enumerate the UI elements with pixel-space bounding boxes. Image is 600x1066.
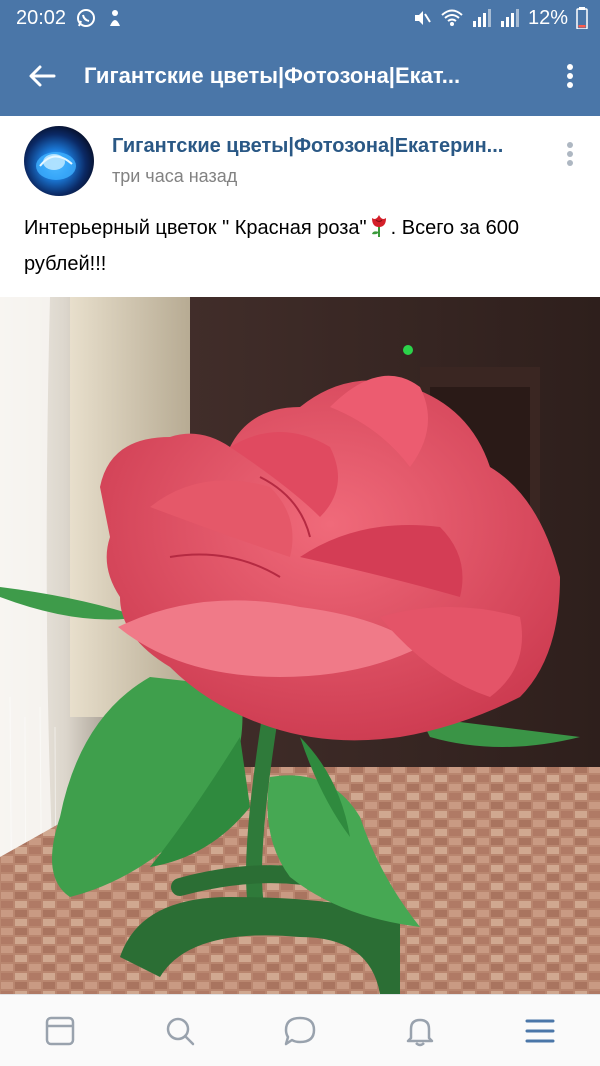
more-vertical-icon [567,142,573,166]
news-icon [45,1016,75,1045]
notification-app-icon [106,8,124,28]
avatar[interactable] [24,126,94,196]
whatsapp-icon [76,8,96,28]
battery-icon [576,7,588,29]
post-text: Интерьерный цветок " Красная роза". Всег… [24,212,580,280]
menu-icon [525,1019,555,1042]
post-time: три часа назад [112,166,238,186]
post-more-button[interactable] [540,124,600,184]
battery-percent: 12% [527,6,568,29]
back-button[interactable] [0,36,84,116]
nav-notifications[interactable] [390,1001,450,1061]
more-options-button[interactable] [540,36,600,116]
page-title: Гигантские цветы|Фотозона|Екат... [84,63,461,88]
app-bar: Гигантские цветы|Фотозона|Екат... [0,36,600,116]
signal-icon [500,9,520,27]
search-icon [166,1017,195,1045]
status-time: 20:02 [16,6,67,29]
post-photo[interactable] [0,297,600,994]
wifi-icon [440,8,464,28]
mute-icon [412,8,432,28]
nav-messages[interactable] [270,1001,330,1061]
rose-emoji-icon [367,212,391,248]
bottom-nav [0,994,600,1066]
messages-icon [284,1016,316,1045]
post-text-part: Интерьерный цветок " Красная роза" [24,217,367,239]
post-header: Гигантские цветы|Фотозона|Екатерин... тр… [0,116,600,206]
signal-icon [472,9,492,27]
more-vertical-icon [567,64,573,88]
arrow-left-icon [29,65,56,87]
status-bar: 20:02 12% [0,0,600,36]
notifications-icon [406,1018,434,1046]
nav-search[interactable] [150,1001,210,1061]
nav-menu[interactable] [510,1001,570,1061]
nav-news[interactable] [30,1001,90,1061]
post-author-link[interactable]: Гигантские цветы|Фотозона|Екатерин... [112,135,522,158]
